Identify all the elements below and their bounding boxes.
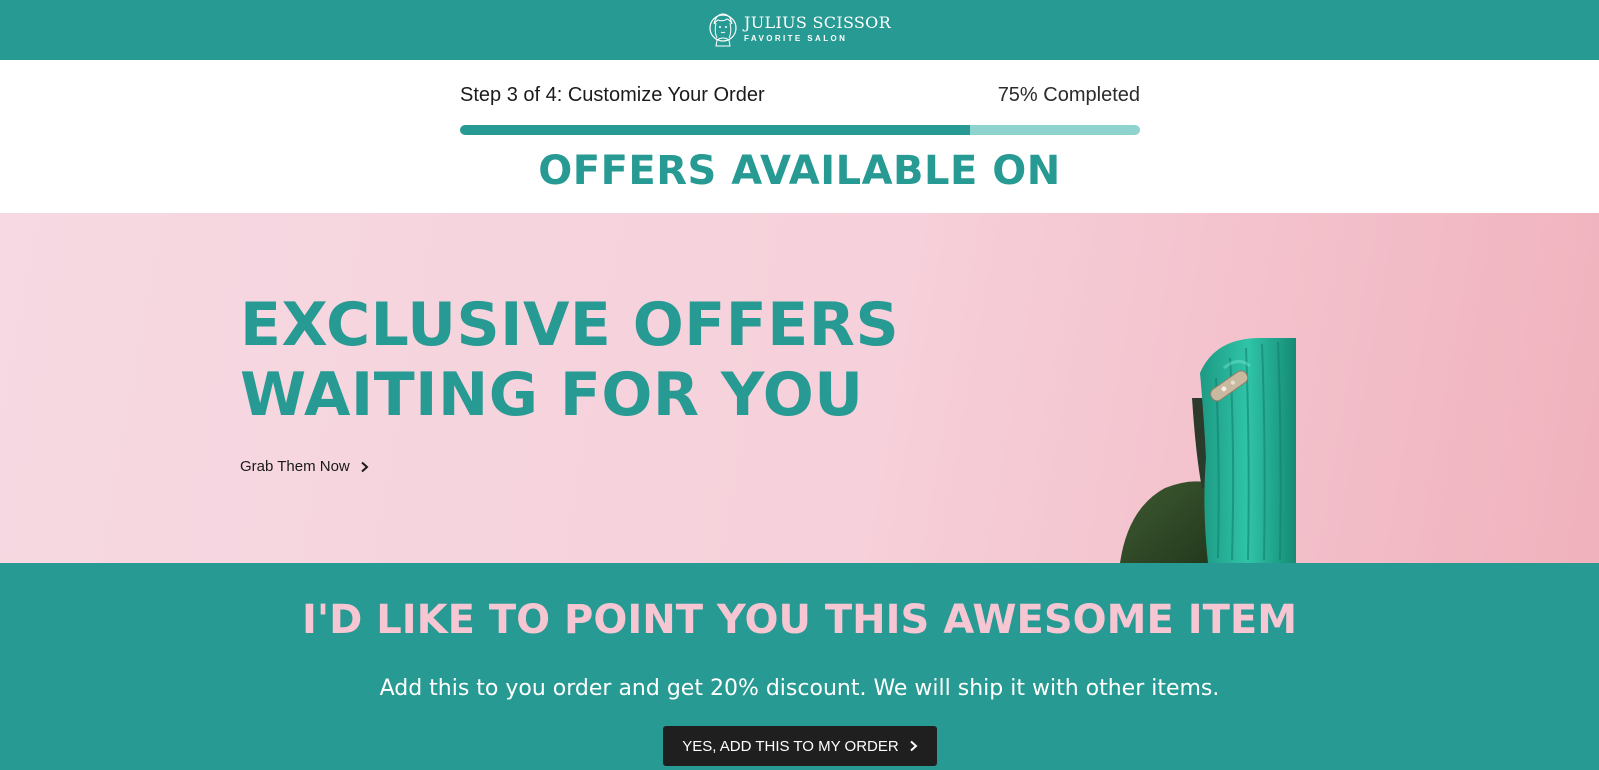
- progress-step-label: Step 3 of 4: Customize Your Order: [460, 83, 765, 106]
- progress-labels: Step 3 of 4: Customize Your Order 75% Co…: [460, 82, 1140, 108]
- chevron-right-icon: [910, 740, 918, 752]
- face-illustration-icon: [709, 13, 737, 47]
- brand-tagline: FAVORITE SALON: [744, 34, 848, 43]
- progress-percent-label: 75% Completed: [997, 83, 1140, 106]
- grab-them-now-label: Grab Them Now: [240, 458, 350, 475]
- upsell-title: I'D LIKE TO POINT YOU THIS AWESOME ITEM: [301, 597, 1298, 643]
- offers-heading: OFFERS AVAILABLE ON: [538, 148, 1061, 194]
- hero-banner: EXCLUSIVE OFFERS WAITING FOR YOU Grab Th…: [0, 213, 1599, 563]
- hero-title-line-1: EXCLUSIVE OFFERS: [240, 290, 900, 360]
- site-header: JULIUS SCISSOR FAVORITE SALON: [0, 0, 1599, 60]
- upsell-subtitle: Add this to you order and get 20% discou…: [379, 676, 1220, 701]
- brand-text: JULIUS SCISSOR FAVORITE SALON: [744, 14, 891, 46]
- upsell-section: I'D LIKE TO POINT YOU THIS AWESOME ITEM …: [0, 563, 1599, 770]
- order-progress: Step 3 of 4: Customize Your Order 75% Co…: [460, 82, 1140, 135]
- add-to-order-label: YES, ADD THIS TO MY ORDER: [682, 737, 899, 755]
- hero-title: EXCLUSIVE OFFERS WAITING FOR YOU: [240, 290, 899, 430]
- progress-bar-fill: [460, 125, 970, 135]
- brand-logo[interactable]: JULIUS SCISSOR FAVORITE SALON: [708, 10, 891, 50]
- model-green-hair-image: [1120, 338, 1296, 563]
- hero-title-line-2: WAITING FOR YOU: [240, 360, 864, 430]
- chevron-right-icon: [361, 461, 369, 472]
- progress-bar-track: [460, 125, 1140, 135]
- grab-them-now-link[interactable]: Grab Them Now: [240, 458, 369, 475]
- brand-name: JULIUS SCISSOR: [744, 13, 891, 32]
- add-to-order-button[interactable]: YES, ADD THIS TO MY ORDER: [663, 726, 937, 766]
